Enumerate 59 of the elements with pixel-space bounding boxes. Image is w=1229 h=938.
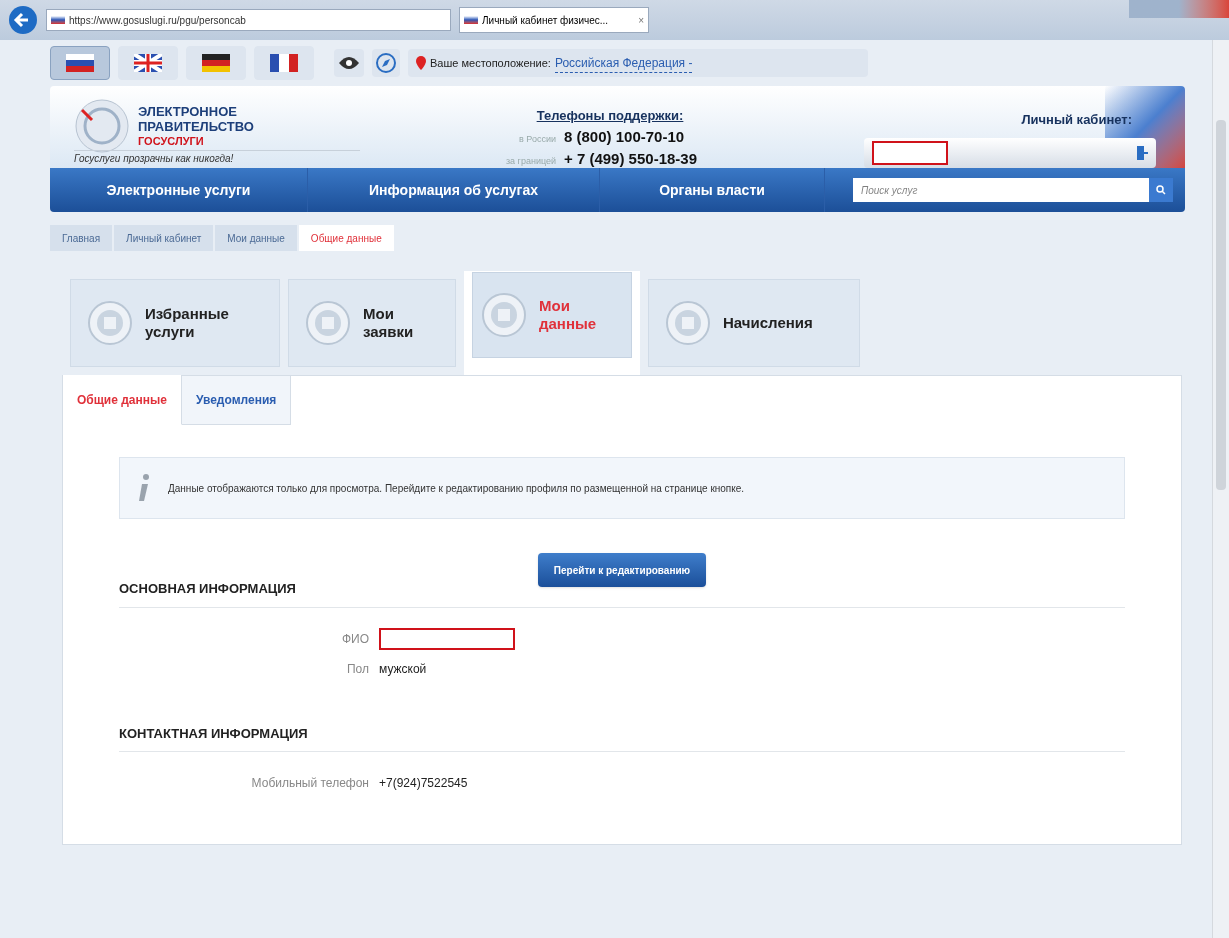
field-value: +7(924)7522545 [379,775,468,792]
field-label: Мобильный телефон [250,775,369,792]
edit-button[interactable]: Перейти к редактированию [537,553,707,587]
slogan: Госуслуги прозрачны как никогда! [74,150,360,166]
phone-number: + 7 (499) 550-18-39 [564,149,698,168]
flag-icon [464,16,478,24]
pin-icon [416,56,426,70]
flag-icon [270,54,298,72]
section-heading: КОНТАКТНАЯ ИНФОРМАЦИЯ [119,723,1125,752]
info-text: Данные отображаются только для просмотра. Перейдите к редактированию профиля по размещенной на странице кнопке. [168,481,745,496]
info-icon [136,473,152,503]
breadcrumb-link[interactable]: Общие данные [298,225,394,251]
phone-label: в России [519,132,556,146]
section-tab[interactable]: Избранные услуги [70,279,280,367]
search-icon[interactable] [1149,178,1173,202]
logo-text: ЭЛЕКТРОННОЕ [138,103,238,119]
close-icon[interactable]: × [638,12,644,28]
address-bar[interactable]: https://www.gosuslugi.ru/pgu/personcab [46,9,451,31]
support-title: Телефоны поддержки: [536,107,684,125]
nav-link[interactable]: Электронные услуги [50,168,308,212]
flag-icon [202,54,230,72]
section-tab[interactable]: Мои данные [464,271,640,375]
field-label: ФИО [340,630,369,648]
browser-tab[interactable]: Личный кабинет физичес... × [459,7,649,33]
logo-icon [74,98,130,154]
nav-link[interactable]: Информация об услугах [308,168,600,212]
logo-text: ГОСУСЛУГИ [138,133,205,149]
language-button[interactable] [50,46,110,80]
sub-tab[interactable]: Уведомления [181,375,292,425]
section-tab[interactable]: Мои заявки [288,279,456,367]
flag-icon [134,54,162,72]
breadcrumb-link[interactable]: Главная [50,225,113,251]
back-icon[interactable] [8,5,38,35]
section-heading: ОСНОВНАЯ ИНФОРМАЦИЯ [119,579,1125,608]
sub-tab[interactable]: Общие данные [63,375,182,425]
section-tab[interactable]: Начисления [648,279,860,367]
section-icon [87,300,133,346]
field-label: Пол [345,660,369,678]
location-label: Ваше местоположение: [430,55,551,71]
phone-label: за границей [506,155,556,168]
flag-icon [51,16,65,24]
tab-title: Личный кабинет физичес... [482,13,609,28]
compass-icon[interactable] [372,49,400,77]
cabinet-title: Личный кабинет: [1021,111,1132,129]
section-icon [665,300,711,346]
exit-door-icon[interactable] [1136,144,1148,161]
flag-icon [66,54,94,72]
nav-link[interactable]: Органы власти [600,168,825,212]
field-value: мужской [379,660,427,678]
section-icon [305,300,351,346]
breadcrumb-link[interactable]: Мои данные [215,225,297,251]
url-text: https://www.gosuslugi.ru/pgu/personcab [69,13,246,28]
breadcrumb-link[interactable]: Личный кабинет [114,225,214,251]
search-field[interactable]: Поиск услуг [853,178,1149,202]
eye-icon[interactable] [334,49,364,77]
logo-text: ПРАВИТЕЛЬСТВО [138,118,254,134]
phone-number: 8 (800) 100-70-10 [564,126,686,147]
section-icon [481,292,527,338]
location-link[interactable]: Российская Федерация - [554,53,693,73]
